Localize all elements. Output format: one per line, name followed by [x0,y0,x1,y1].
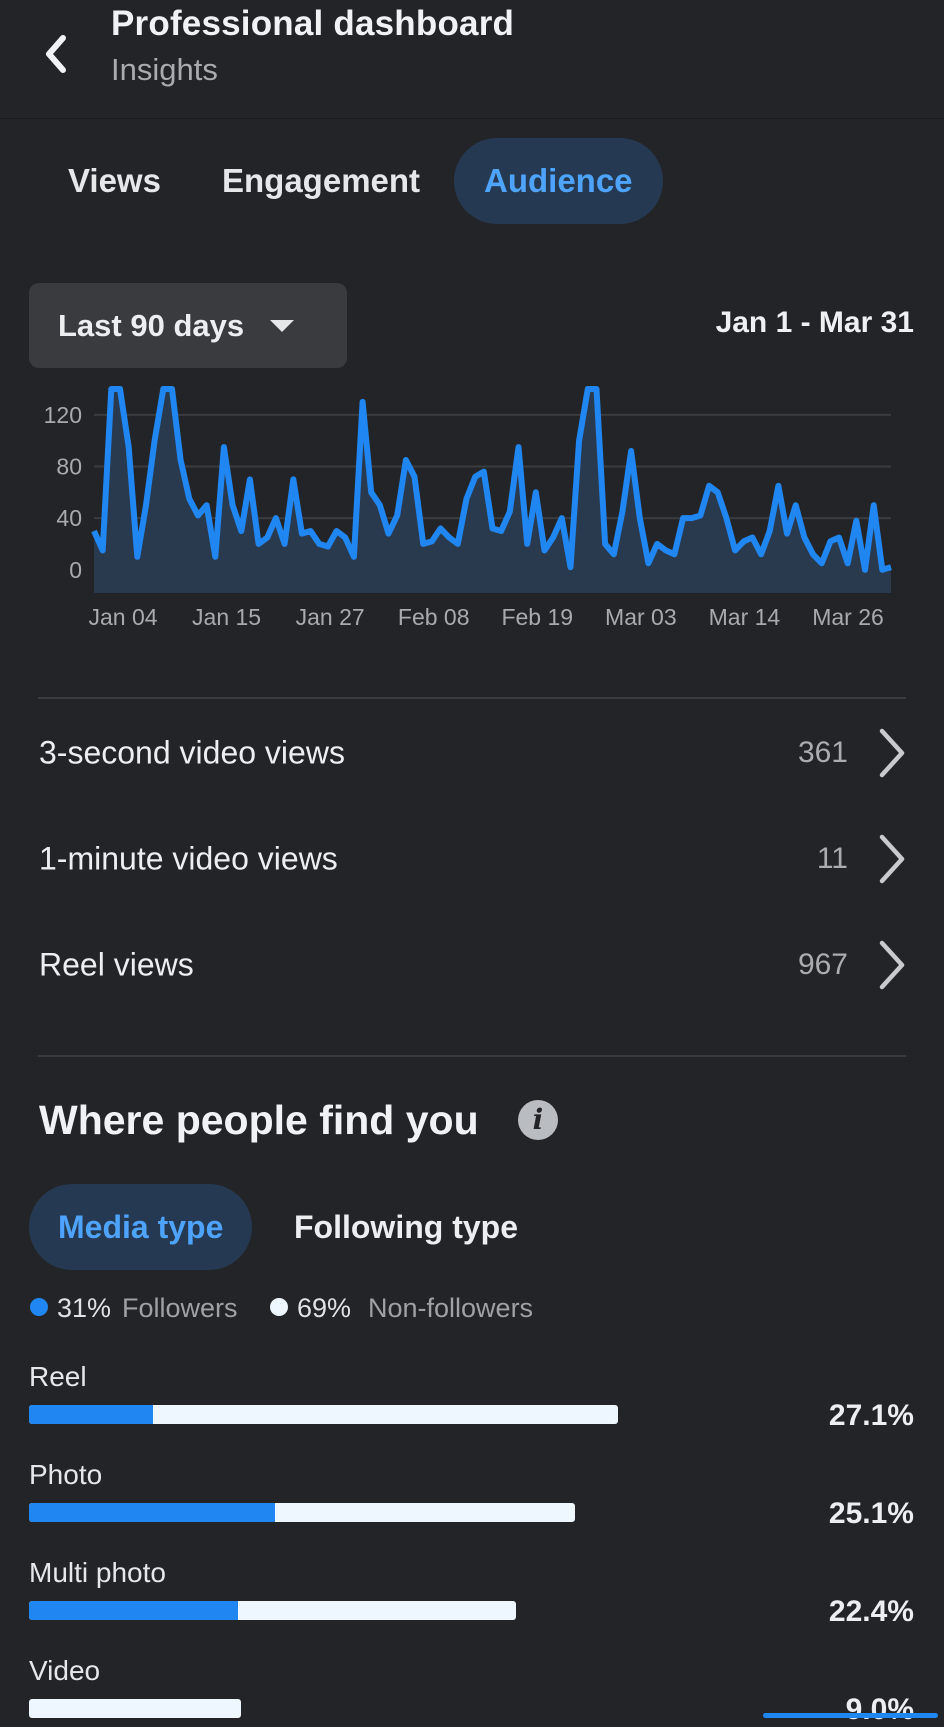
chart-y-tick-label: 120 [44,402,82,428]
chevron-right-icon [879,728,905,778]
bar-photo [29,1503,575,1522]
segment-media-type[interactable]: Media type [29,1184,253,1270]
chart-y-ticks: 120 80 40 0 [44,402,82,583]
metric-row-3s-views[interactable]: 3-second video views 361 [0,703,944,803]
chart-x-tick-label: Feb 08 [398,604,470,630]
chart-y-tick-label: 80 [56,453,82,479]
bar-label-video: Video [29,1655,101,1686]
metric-value: 967 [797,948,848,981]
date-range-text: Jan 1 - Mar 31 [715,306,914,339]
chart-x-tick-label: Feb 19 [501,604,573,630]
chart-x-tick-label: Jan 27 [296,604,365,630]
legend-label-followers: Followers [122,1293,238,1323]
chart-y-tick-label: 0 [69,557,82,583]
scroll-indicator [763,1713,938,1718]
legend-dot-non-followers [270,1298,288,1316]
chevron-left-icon [46,35,66,73]
bar-multi-photo [29,1601,516,1620]
metric-row-reel-views[interactable]: Reel views 967 [0,915,944,1015]
date-range-dropdown[interactable]: Last 90 days [29,283,347,368]
bar-label-photo: Photo [29,1459,103,1490]
tab-audience[interactable]: Audience [454,138,663,224]
bar-label-reel: Reel [29,1361,87,1392]
chart-x-tick-label: Jan 04 [88,604,157,630]
legend-pct-non-followers: 69% [297,1293,352,1323]
bar-pct-reel: 27.1% [828,1399,914,1432]
bar-followers-fill [29,1405,153,1424]
tab-views[interactable]: Views [38,138,191,224]
caret-down-icon [270,319,295,332]
chart-x-ticks: Jan 04 Jan 15 Jan 27 Feb 08 Feb 19 Mar 03 Mar … [88,604,883,630]
section-title: Where people find you [39,1097,479,1143]
header-bar: Professional dashboard Insights [0,0,944,119]
bar-pct-multi-photo: 22.4% [828,1595,914,1628]
metric-value: 11 [816,842,848,875]
bar-video [29,1699,241,1718]
chevron-right-icon [879,834,905,884]
metric-label: Reel views [39,946,194,983]
bar-followers-fill [29,1601,239,1620]
metric-label: 3-second video views [39,734,345,771]
metric-value: 361 [797,736,848,769]
chart-x-tick-label: Mar 26 [812,604,884,630]
bar-reel [29,1405,618,1424]
chart-x-tick-label: Mar 03 [605,604,677,630]
chart-y-tick-label: 40 [56,505,82,531]
chart-x-tick-label: Jan 15 [192,604,261,630]
legend-label-non-followers: Non-followers [368,1293,534,1323]
chart-x-tick-label: Mar 14 [709,604,781,630]
page-title: Professional dashboard [111,4,515,43]
divider [38,1055,906,1057]
chart-area-fill [94,389,891,593]
page-subtitle: Insights [111,52,218,87]
info-icon[interactable]: i [518,1100,558,1140]
bar-pct-photo: 25.1% [828,1497,914,1530]
back-button[interactable] [30,28,82,80]
bar-followers-fill [29,1503,275,1522]
metric-row-1min-views[interactable]: 1-minute video views 11 [0,809,944,909]
legend-pct-followers: 31% [57,1293,112,1323]
chevron-right-icon [879,940,905,990]
tab-engagement[interactable]: Engagement [192,138,450,224]
bar-label-multi-photo: Multi photo [29,1557,166,1588]
date-range-dropdown-label: Last 90 days [58,307,245,343]
metric-label: 1-minute video views [39,840,338,877]
segment-following-type[interactable]: Following type [265,1184,547,1270]
divider [38,697,906,699]
bar-pct-video: 9.0% [845,1693,914,1726]
views-chart: 120 80 40 0 Jan 04 Jan 15 Jan 27 Feb 08 Feb 19 M… [44,386,892,630]
legend-dot-followers [30,1298,48,1316]
